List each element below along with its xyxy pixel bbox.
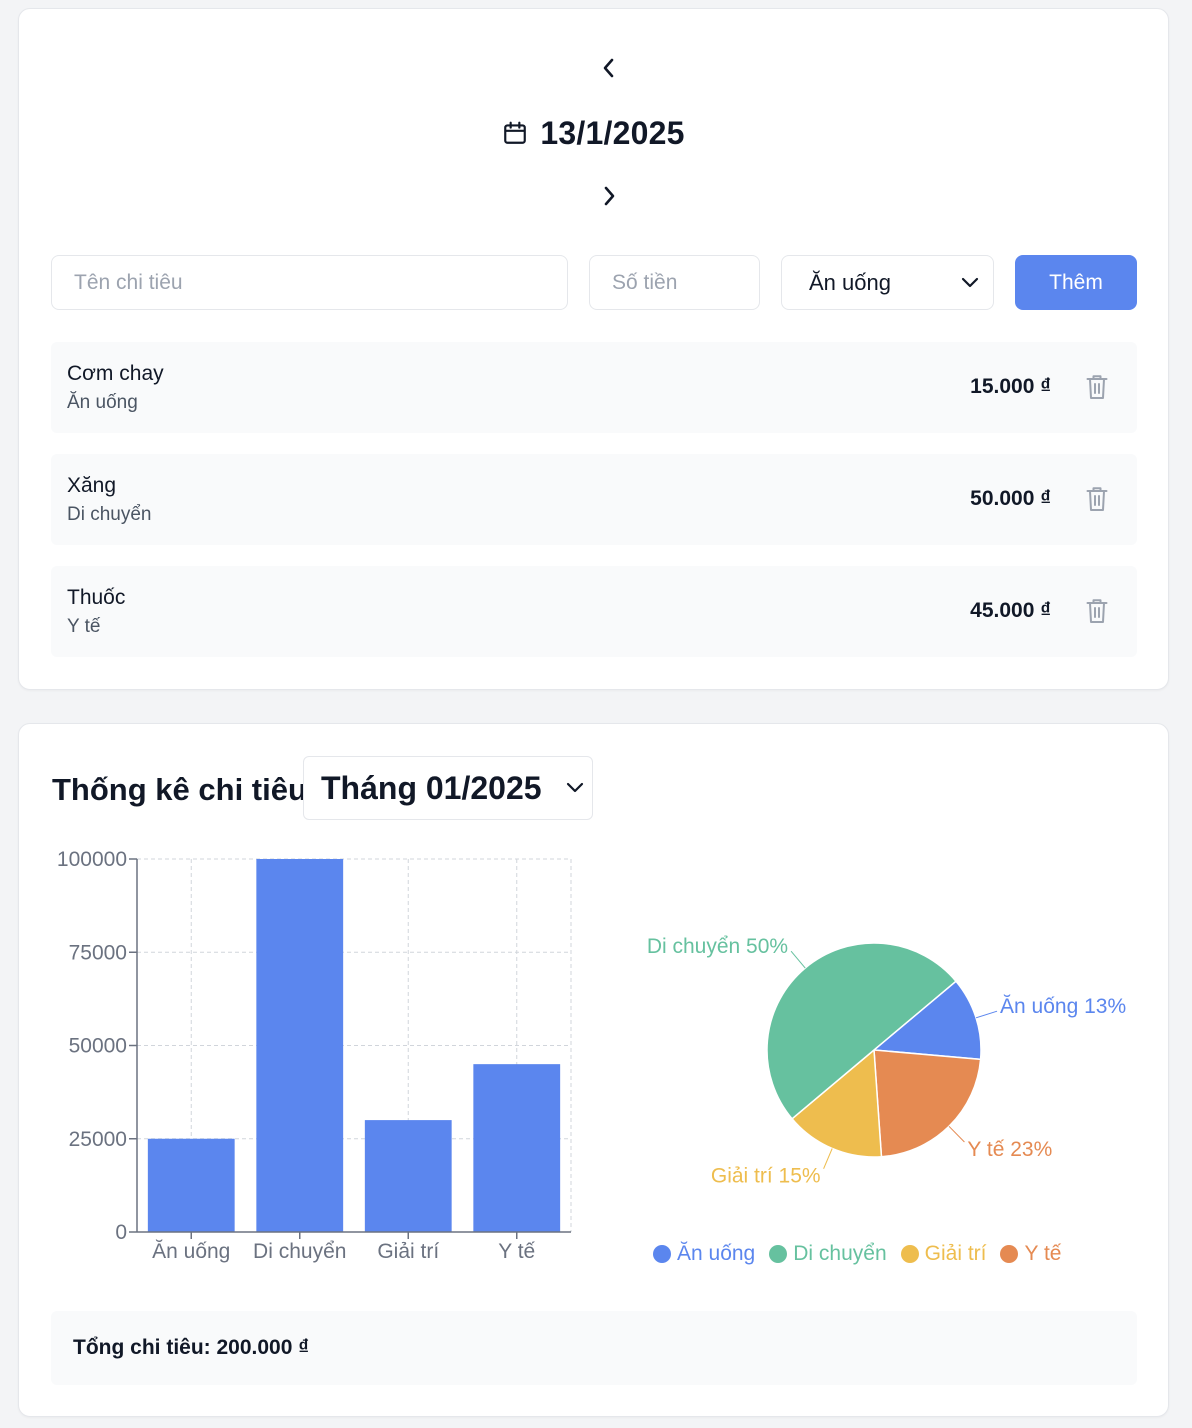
total-label: Tổng chi tiêu: 200.000 ₫ [73, 1336, 310, 1359]
date-label: 13/1/2025 [540, 114, 685, 151]
expense-category: Y tế [67, 616, 101, 637]
delete-expense-button[interactable] [1083, 596, 1111, 626]
expense-item: Thuốc Y tế 45.000 ₫ [51, 566, 1137, 657]
delete-expense-button[interactable] [1083, 372, 1111, 402]
legend-item[interactable]: Giải trí [900, 1242, 987, 1266]
pie-label-line [823, 1148, 833, 1169]
bar-chart: 0 25000 50000 75000 100000 Ăn uống Di chuyển Gi… [57, 848, 572, 1263]
legend-dot [1000, 1245, 1019, 1263]
y-tick-label: 100000 [57, 848, 127, 871]
expense-name: Xăng [67, 474, 117, 497]
y-tick-label: 0 [115, 1221, 127, 1244]
trash-icon [1086, 599, 1108, 623]
legend-item[interactable]: Ăn uống [653, 1242, 755, 1266]
next-day-button[interactable] [594, 181, 624, 211]
legend-dot [653, 1245, 671, 1263]
expense-amount-input[interactable] [589, 255, 760, 310]
category-select-value: Ăn uống [809, 269, 891, 295]
statistics-card: Thống kê chi tiêu Tháng 01/2025 0 25000 50… [18, 723, 1169, 1417]
pie-label-line [790, 950, 806, 969]
legend-label: Y tế [1024, 1242, 1062, 1265]
current-date: 13/1/2025 [19, 113, 1168, 153]
pie-legend: Ăn uống Di chuyển Giải trí Y tế [653, 1242, 1075, 1266]
pie-label-line [948, 1125, 965, 1143]
daily-expense-card: 13/1/2025 Ăn uống Thêm Cơm chay Ăn uống … [18, 8, 1169, 690]
expense-item: Xăng Di chuyển 50.000 ₫ [51, 454, 1137, 545]
x-tick-label: Ăn uống [152, 1240, 230, 1263]
expense-name: Cơm chay [67, 362, 164, 385]
legend-item[interactable]: Y tế [1000, 1242, 1061, 1266]
expense-amount: 50.000 ₫ [970, 487, 1051, 510]
x-tick-label: Y tế [498, 1240, 535, 1263]
trash-icon [1086, 375, 1108, 399]
month-select[interactable]: Tháng 01/2025 [303, 756, 593, 820]
legend-item[interactable]: Di chuyển [769, 1242, 887, 1266]
expense-category: Ăn uống [67, 392, 138, 413]
prev-day-button[interactable] [594, 53, 624, 83]
chevron-right-icon [604, 186, 615, 206]
expense-amount: 15.000 ₫ [970, 375, 1051, 398]
legend-label: Di chuyển [793, 1242, 887, 1265]
chevron-down-icon [961, 277, 979, 287]
legend-dot [769, 1245, 788, 1263]
legend-label: Giải trí [924, 1242, 987, 1265]
x-tick-label: Di chuyển [253, 1240, 346, 1263]
delete-expense-button[interactable] [1083, 484, 1111, 514]
category-select[interactable]: Ăn uống [781, 255, 994, 310]
y-tick-label: 75000 [69, 941, 127, 964]
month-select-value: Tháng 01/2025 [321, 769, 542, 806]
add-expense-button[interactable]: Thêm [1015, 255, 1137, 310]
expense-amount: 45.000 ₫ [970, 599, 1051, 622]
bar [147, 1138, 235, 1232]
chevron-left-icon [603, 58, 614, 78]
expense-item: Cơm chay Ăn uống 15.000 ₫ [51, 342, 1137, 433]
legend-dot [900, 1245, 919, 1263]
expense-name: Thuốc [67, 586, 126, 609]
legend-label: Ăn uống [677, 1242, 756, 1265]
pie-slice-label: Di chuyển 50% [647, 935, 788, 958]
pie-slice [873, 1049, 982, 1158]
expense-name-input[interactable] [51, 255, 568, 310]
bar [473, 1064, 561, 1232]
bar [364, 1120, 452, 1232]
bar [256, 859, 344, 1232]
pie-slice-label: Ăn uống 13% [1000, 995, 1126, 1018]
trash-icon [1086, 487, 1108, 511]
pie-label-line [975, 1010, 998, 1019]
x-tick-label: Giải trí [377, 1240, 439, 1263]
statistics-title: Thống kê chi tiêu [52, 772, 307, 807]
pie-slice-label: Giải trí 15% [711, 1165, 821, 1188]
y-tick-label: 50000 [69, 1035, 127, 1058]
chevron-down-icon [566, 782, 584, 793]
pie-chart: Ăn uống 13% Y tế 23% Giải trí 15% Di chuyển… [647, 935, 1126, 1188]
pie-slice-label: Y tế 23% [967, 1138, 1052, 1161]
total-summary: Tổng chi tiêu: 200.000 ₫ [51, 1311, 1137, 1385]
y-tick-label: 25000 [69, 1128, 127, 1151]
calendar-icon [504, 121, 527, 144]
expense-category: Di chuyển [67, 504, 152, 525]
